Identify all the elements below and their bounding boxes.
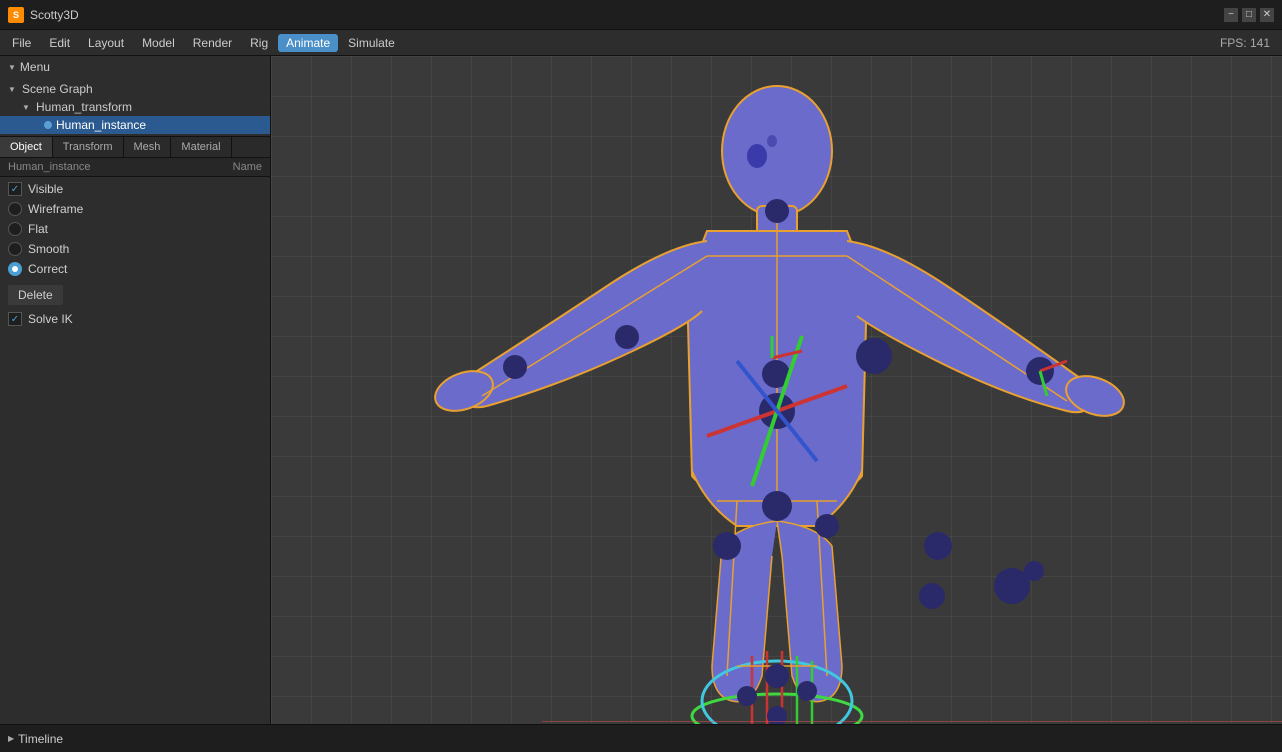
timeline-label: Timeline: [18, 732, 63, 746]
solve-ik-row[interactable]: ✓ Solve IK: [0, 309, 270, 329]
props-tabs: Object Transform Mesh Material: [0, 136, 270, 158]
solve-ik-checkbox[interactable]: ✓: [8, 312, 22, 326]
solve-ik-label: Solve IK: [28, 312, 73, 326]
scene-graph-item[interactable]: ▼ Scene Graph: [0, 80, 270, 98]
menu-animate[interactable]: Animate: [278, 34, 338, 52]
sidebar: ▼ Menu ▼ Scene Graph ▼ Human_transform H…: [0, 56, 271, 724]
menu-rig[interactable]: Rig: [242, 34, 276, 52]
wireframe-radio[interactable]: [8, 202, 22, 216]
menu-simulate[interactable]: Simulate: [340, 34, 403, 52]
human-transform-arrow: ▼: [22, 103, 32, 112]
scene-graph-section: ▼ Scene Graph ▼ Human_transform Human_in…: [0, 78, 270, 136]
human-transform-label: Human_transform: [36, 100, 132, 114]
main-area: ▼ Menu ▼ Scene Graph ▼ Human_transform H…: [0, 56, 1282, 724]
props-col1: Human_instance: [8, 161, 233, 173]
tab-object[interactable]: Object: [0, 137, 53, 157]
fps-display: FPS: 141: [1220, 36, 1278, 50]
props-section: ✓ Visible Wireframe Flat Smooth Corr: [0, 177, 270, 281]
props-col2: Name: [233, 161, 262, 173]
human-figure: [427, 56, 1127, 724]
close-button[interactable]: ✕: [1260, 8, 1274, 22]
titlebar: S Scotty3D − □ ✕: [0, 0, 1282, 30]
window-title: Scotty3D: [30, 8, 1224, 22]
maximize-button[interactable]: □: [1242, 8, 1256, 22]
timeline-arrow: ▶: [8, 734, 14, 743]
correct-label: Correct: [28, 262, 67, 276]
human-instance-item[interactable]: Human_instance: [0, 116, 270, 134]
correct-radio[interactable]: [8, 262, 22, 276]
wireframe-label: Wireframe: [28, 202, 83, 216]
scene-graph-label: Scene Graph: [22, 82, 93, 96]
tab-transform[interactable]: Transform: [53, 137, 124, 157]
delete-button[interactable]: Delete: [8, 285, 63, 305]
human-instance-label: Human_instance: [56, 118, 146, 132]
menu-edit[interactable]: Edit: [41, 34, 78, 52]
viewport[interactable]: [271, 56, 1282, 724]
prop-visible[interactable]: ✓ Visible: [0, 179, 270, 199]
minimize-button[interactable]: −: [1224, 8, 1238, 22]
floor-line: [542, 721, 1282, 722]
tab-mesh[interactable]: Mesh: [124, 137, 172, 157]
human-transform-item[interactable]: ▼ Human_transform: [0, 98, 270, 116]
visible-checkbox[interactable]: ✓: [8, 182, 22, 196]
menu-render[interactable]: Render: [185, 34, 240, 52]
menu-label: Menu: [20, 60, 50, 74]
tab-material[interactable]: Material: [171, 137, 231, 157]
menubar: File Edit Layout Model Render Rig Animat…: [0, 30, 1282, 56]
app-icon: S: [8, 7, 24, 23]
prop-flat[interactable]: Flat: [0, 219, 270, 239]
props-header: Human_instance Name: [0, 158, 270, 177]
menu-file[interactable]: File: [4, 34, 39, 52]
menu-arrow: ▼: [8, 63, 16, 72]
window-controls: − □ ✕: [1224, 8, 1274, 22]
prop-correct[interactable]: Correct: [0, 259, 270, 279]
timeline-bar: ▶ Timeline: [0, 724, 1282, 752]
scene-graph-arrow: ▼: [8, 85, 18, 94]
flat-radio[interactable]: [8, 222, 22, 236]
menu-section: ▼ Menu: [0, 56, 270, 78]
flat-label: Flat: [28, 222, 48, 236]
menu-layout[interactable]: Layout: [80, 34, 132, 52]
smooth-radio[interactable]: [8, 242, 22, 256]
menu-model[interactable]: Model: [134, 34, 183, 52]
prop-wireframe[interactable]: Wireframe: [0, 199, 270, 219]
smooth-label: Smooth: [28, 242, 69, 256]
visible-label: Visible: [28, 182, 63, 196]
human-instance-dot: [44, 121, 52, 129]
prop-smooth[interactable]: Smooth: [0, 239, 270, 259]
